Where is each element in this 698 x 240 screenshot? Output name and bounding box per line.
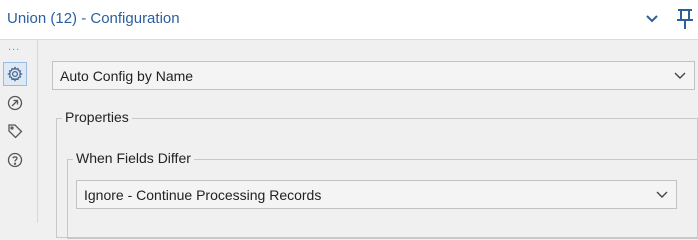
when-fields-differ-legend: When Fields Differ bbox=[73, 150, 194, 166]
collapse-chevron-icon[interactable] bbox=[640, 7, 664, 31]
config-mode-dropdown[interactable]: Auto Config by Name bbox=[52, 61, 695, 90]
help-icon[interactable] bbox=[4, 149, 26, 171]
tag-icon[interactable] bbox=[4, 120, 26, 142]
pin-icon[interactable] bbox=[673, 7, 697, 31]
more-dots[interactable]: ... bbox=[8, 42, 20, 53]
properties-legend: Properties bbox=[62, 109, 132, 125]
config-mode-value: Auto Config by Name bbox=[60, 68, 194, 84]
panel-title: Union (12) - Configuration bbox=[7, 10, 180, 27]
chevron-down-icon bbox=[674, 72, 686, 79]
arrow-circle-icon[interactable] bbox=[4, 92, 26, 114]
chevron-down-icon bbox=[656, 191, 668, 198]
gear-icon[interactable] bbox=[3, 62, 27, 86]
when-fields-differ-value: Ignore - Continue Processing Records bbox=[84, 187, 322, 203]
panel-header: Union (12) - Configuration bbox=[0, 0, 698, 40]
when-fields-differ-dropdown[interactable]: Ignore - Continue Processing Records bbox=[76, 180, 677, 209]
tool-sidebar: ... bbox=[0, 40, 38, 223]
